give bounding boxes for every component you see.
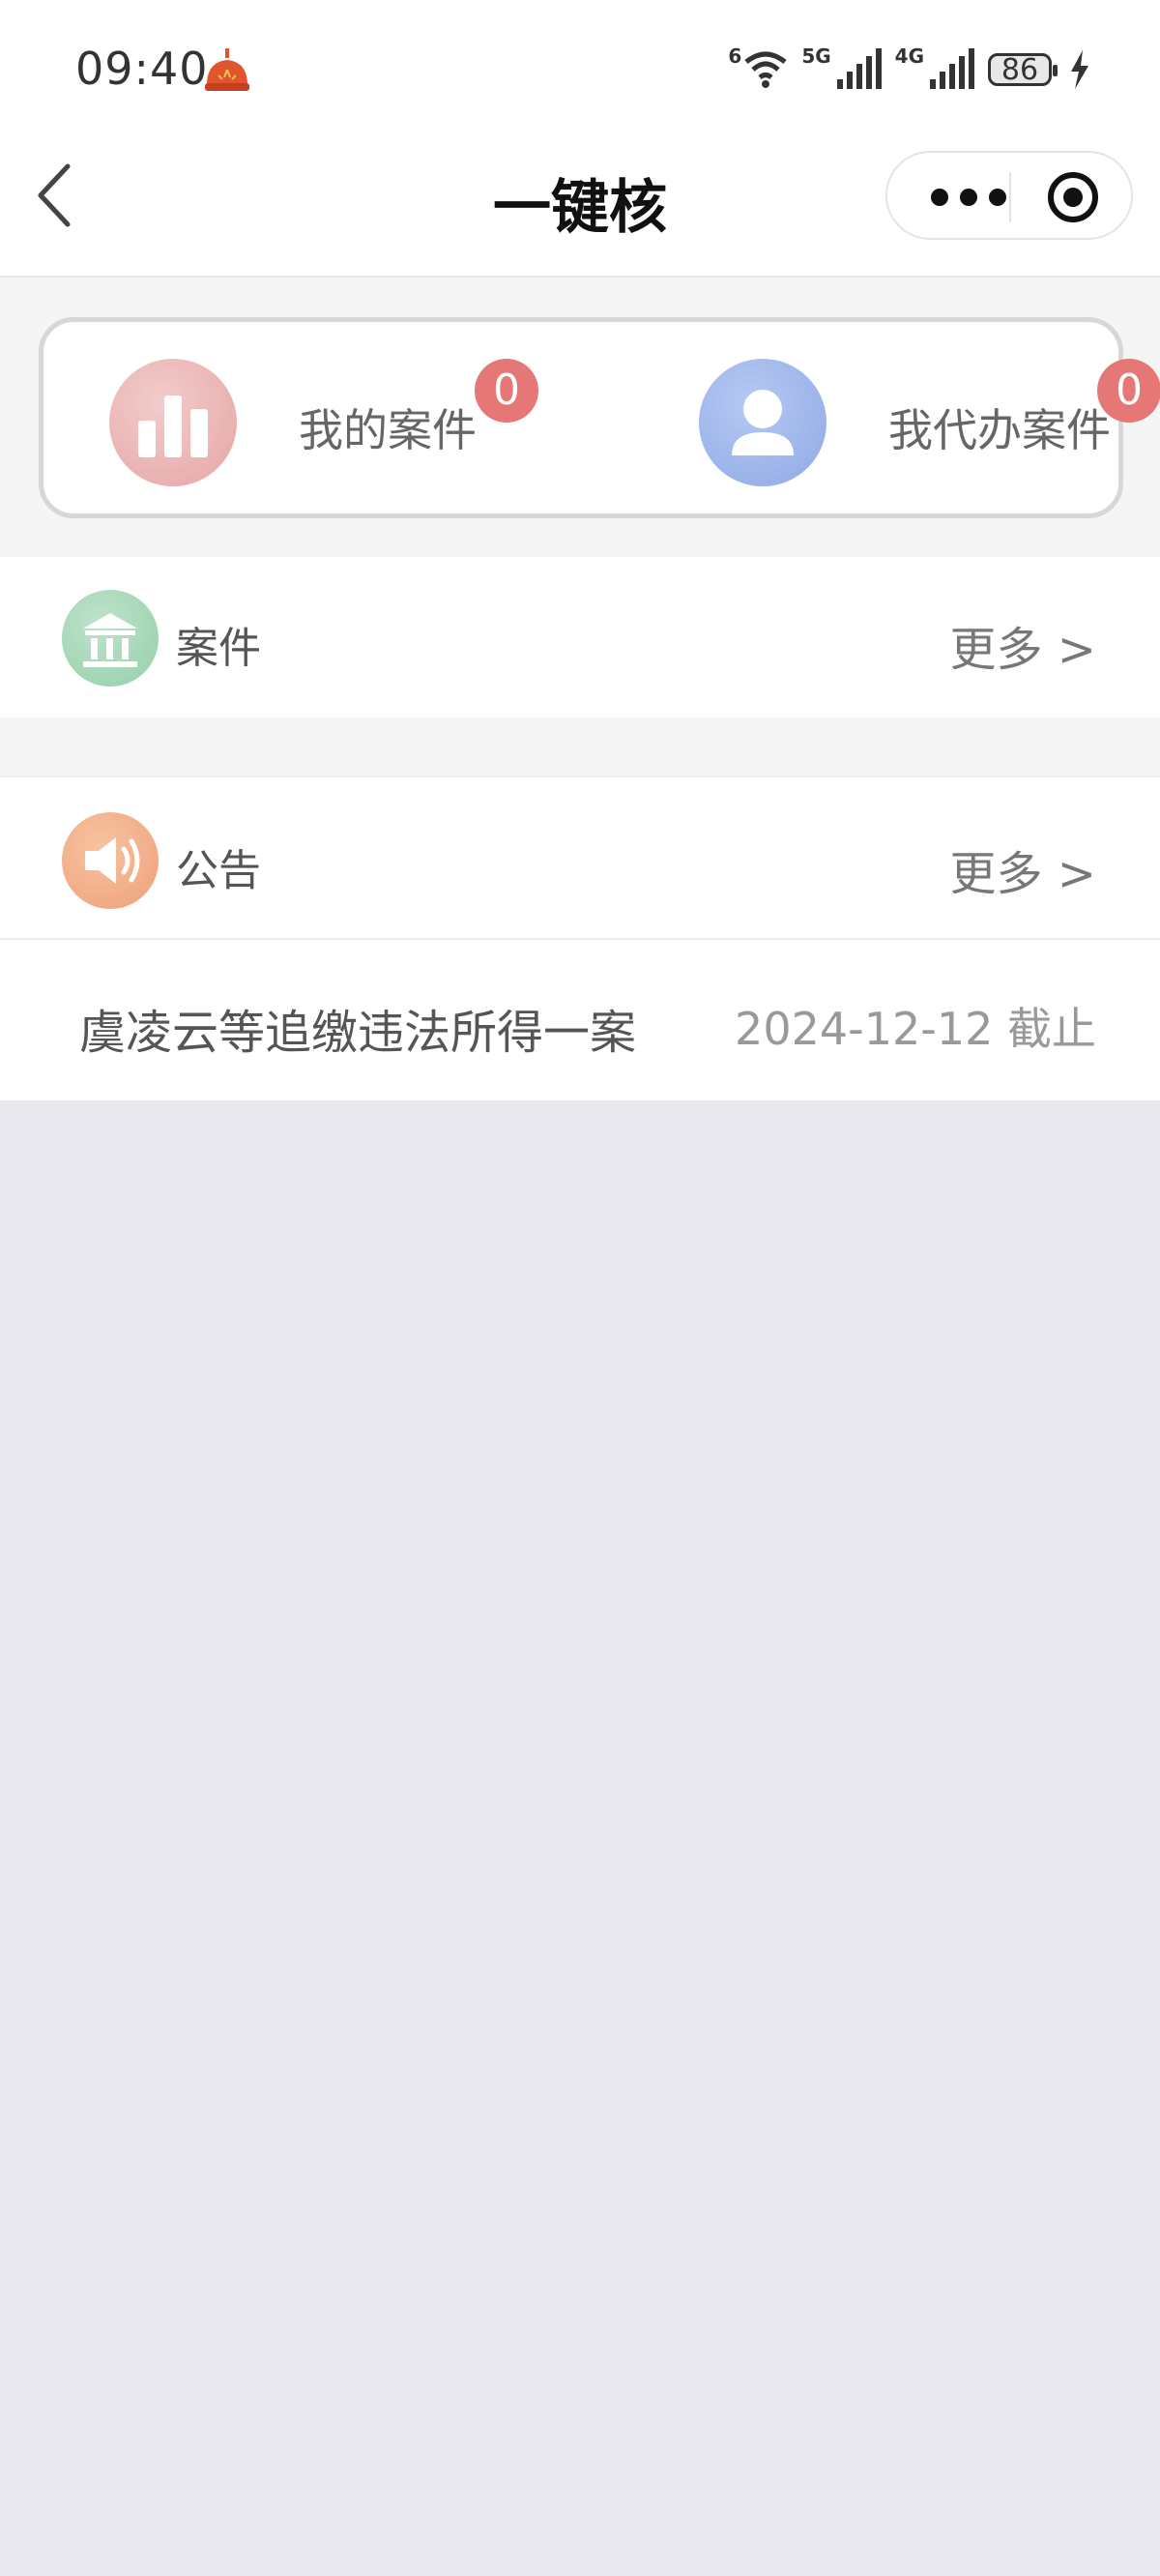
notice-item-deadline: 2024-12-12 截止 <box>735 1003 1096 1055</box>
agent-cases-label[interactable]: 我代办案件 <box>888 395 1111 459</box>
status-time: 09:40 <box>75 43 209 95</box>
section-gap <box>0 717 1160 776</box>
list-item[interactable]: 虞凌云等追缴违法所得一案 2024-12-12 截止 <box>0 940 1160 1100</box>
speaker-icon <box>62 812 159 909</box>
capsule-divider <box>1009 172 1011 222</box>
notice-section-header: 公告 更多 > <box>0 776 1160 940</box>
signal-icon-2 <box>930 48 974 89</box>
bar-chart-icon[interactable] <box>109 359 237 486</box>
cases-title: 案件 <box>176 624 261 673</box>
wifi-label: 6 <box>728 44 742 68</box>
close-target-icon[interactable] <box>1046 170 1100 224</box>
wifi-icon <box>744 51 787 88</box>
notice-title: 公告 <box>176 846 261 895</box>
my-cases-label[interactable]: 我的案件 <box>299 395 477 459</box>
sim2-label: 4G <box>894 44 924 68</box>
bank-icon <box>62 590 159 687</box>
cases-more-link[interactable]: 更多 > <box>950 611 1096 679</box>
sim1-label: 5G <box>801 44 831 68</box>
cases-section-header: 案件 更多 > <box>0 557 1160 717</box>
mini-program-capsule <box>885 151 1133 240</box>
user-icon[interactable] <box>699 359 826 486</box>
notice-more-link[interactable]: 更多 > <box>950 835 1096 903</box>
agent-cases-badge: 0 <box>1097 359 1160 423</box>
battery-level: 86 <box>1000 52 1039 87</box>
notice-item-title: 虞凌云等追缴违法所得一案 <box>79 1006 637 1060</box>
lantern-icon <box>205 48 249 91</box>
charging-icon <box>1071 50 1088 89</box>
my-cases-badge: 0 <box>475 359 538 423</box>
more-dots-icon[interactable] <box>920 178 1017 217</box>
stats-card: 我的案件 0 我代办案件 0 <box>39 317 1160 518</box>
battery-indicator: 86 <box>988 52 1058 87</box>
status-icons: 6 5G 4G 86 <box>728 43 1090 97</box>
signal-icon <box>836 48 882 89</box>
